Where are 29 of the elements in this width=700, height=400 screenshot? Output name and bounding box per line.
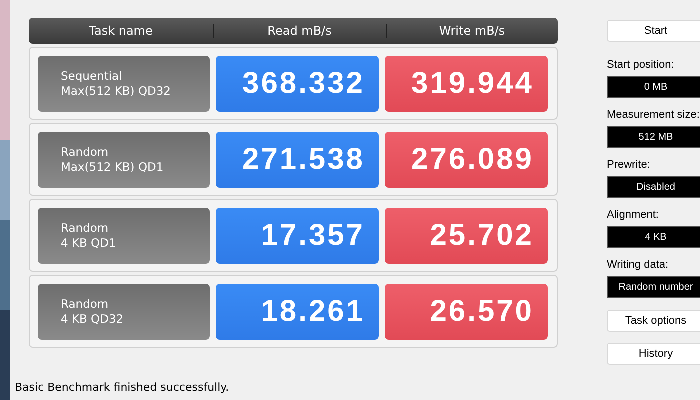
task-label: Sequential Max(512 KB) QD32 [38, 56, 210, 112]
setting-label: Alignment: [607, 209, 660, 221]
side-button[interactable]: History [607, 343, 700, 365]
setting-value: 512 MB [607, 126, 700, 148]
side-button[interactable]: Task options [607, 310, 700, 332]
write-value: 276.089 [385, 132, 548, 188]
start-button[interactable]: Start [607, 20, 700, 42]
task-label: Random Max(512 KB) QD1 [38, 132, 210, 188]
status-text: Basic Benchmark finished successfully. [15, 381, 230, 396]
read-value: 368.332 [216, 56, 379, 112]
setting-value: 0 MB [607, 76, 700, 98]
setting-value: 4 KB [607, 226, 700, 248]
setting-label: Measurement size: [607, 109, 700, 121]
setting-value: Disabled [607, 176, 700, 198]
write-value: 319.944 [385, 56, 548, 112]
column-header: Write mB/s [386, 24, 558, 38]
write-value: 25.702 [385, 208, 548, 264]
read-value: 18.261 [216, 284, 379, 340]
read-value: 17.357 [216, 208, 379, 264]
write-value: 26.570 [385, 284, 548, 340]
column-header: Read mB/s [213, 24, 386, 38]
setting-label: Start position: [607, 59, 676, 71]
setting-label: Writing data: [607, 259, 670, 271]
task-label: Random 4 KB QD1 [38, 208, 210, 264]
column-header: Task name [88, 24, 154, 38]
setting-label: Prewrite: [607, 159, 652, 171]
task-label: Random 4 KB QD32 [38, 284, 210, 340]
read-value: 271.538 [216, 132, 379, 188]
setting-value: Random number [607, 276, 700, 298]
